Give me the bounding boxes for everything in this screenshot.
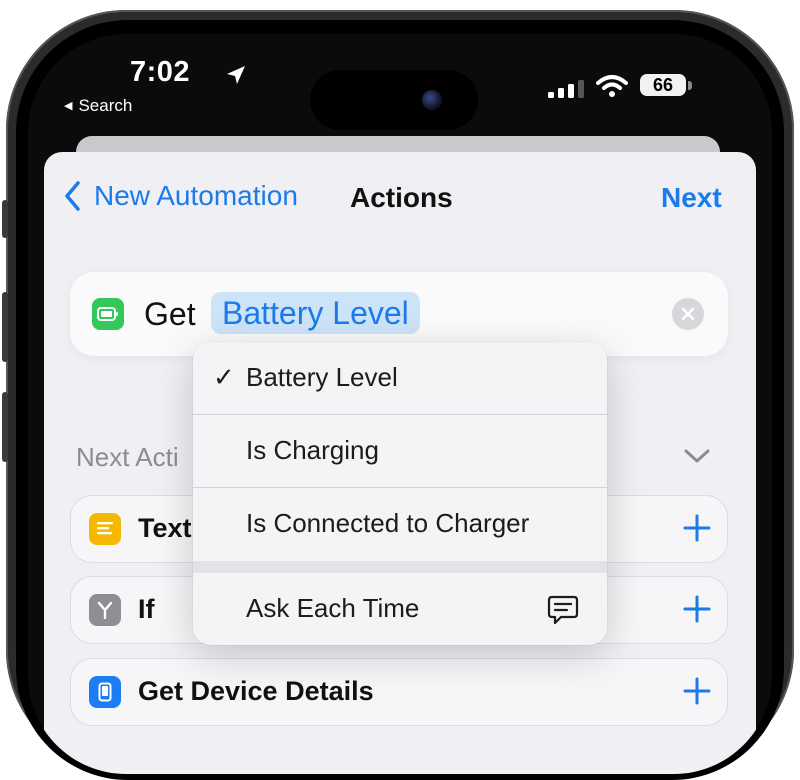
new-automation-back-button[interactable]: New Automation [64, 180, 298, 212]
menu-option-ask-each-time[interactable]: Ask Each Time [193, 573, 607, 645]
suggestion-label: Text [138, 513, 192, 543]
menu-divider [193, 561, 607, 573]
cellular-signal-icon [548, 80, 584, 98]
battery-parameter-menu: ✓ Battery Level Is Charging Is Connected… [193, 342, 607, 645]
clear-action-button[interactable] [672, 298, 704, 330]
action-verb: Get [144, 296, 196, 332]
menu-option-battery-level[interactable]: ✓ Battery Level [193, 342, 607, 415]
plus-icon[interactable] [683, 514, 711, 542]
camera-icon [422, 90, 442, 110]
speech-bubble-icon [547, 595, 579, 625]
suggestion-label: If [138, 594, 155, 624]
battery-indicator: 66 [640, 74, 686, 96]
wifi-icon [596, 75, 628, 97]
suggestion-label: Get Device Details [138, 676, 374, 706]
menu-option-label: Ask Each Time [246, 593, 420, 623]
suggestion-get-device-details[interactable]: Get Device Details [70, 658, 728, 726]
status-time: 7:02 [130, 56, 191, 88]
checkmark-icon: ✓ [213, 362, 235, 392]
chevron-down-icon[interactable] [684, 448, 710, 464]
menu-option-is-charging[interactable]: Is Charging [193, 415, 607, 488]
text-icon [89, 513, 121, 545]
plus-icon[interactable] [683, 595, 711, 623]
volume-button [2, 200, 8, 238]
battery-icon [92, 298, 124, 330]
battery-cap [688, 81, 692, 90]
menu-option-label: Battery Level [246, 362, 398, 392]
back-triangle-icon: ◀ [64, 100, 73, 112]
plus-icon[interactable] [683, 677, 711, 705]
device-icon [89, 676, 121, 708]
if-branch-icon [89, 594, 121, 626]
page-title: Actions [350, 182, 453, 213]
dynamic-island [310, 70, 478, 130]
menu-option-is-connected-to-charger[interactable]: Is Connected to Charger [193, 488, 607, 560]
volume-button [2, 292, 8, 362]
battery-level-parameter[interactable]: Battery Level [211, 292, 420, 334]
close-icon [681, 307, 695, 321]
back-search-label: Search [78, 96, 133, 115]
location-arrow-icon [227, 66, 245, 84]
menu-option-label: Is Connected to Charger [246, 508, 530, 538]
volume-button [2, 392, 8, 462]
next-button[interactable]: Next [661, 182, 722, 214]
chevron-left-icon [65, 181, 80, 211]
menu-option-label: Is Charging [246, 435, 379, 465]
next-actions-header: Next Acti [76, 442, 179, 472]
back-label: New Automation [94, 180, 298, 211]
back-to-search[interactable]: ◀ Search [64, 96, 132, 116]
